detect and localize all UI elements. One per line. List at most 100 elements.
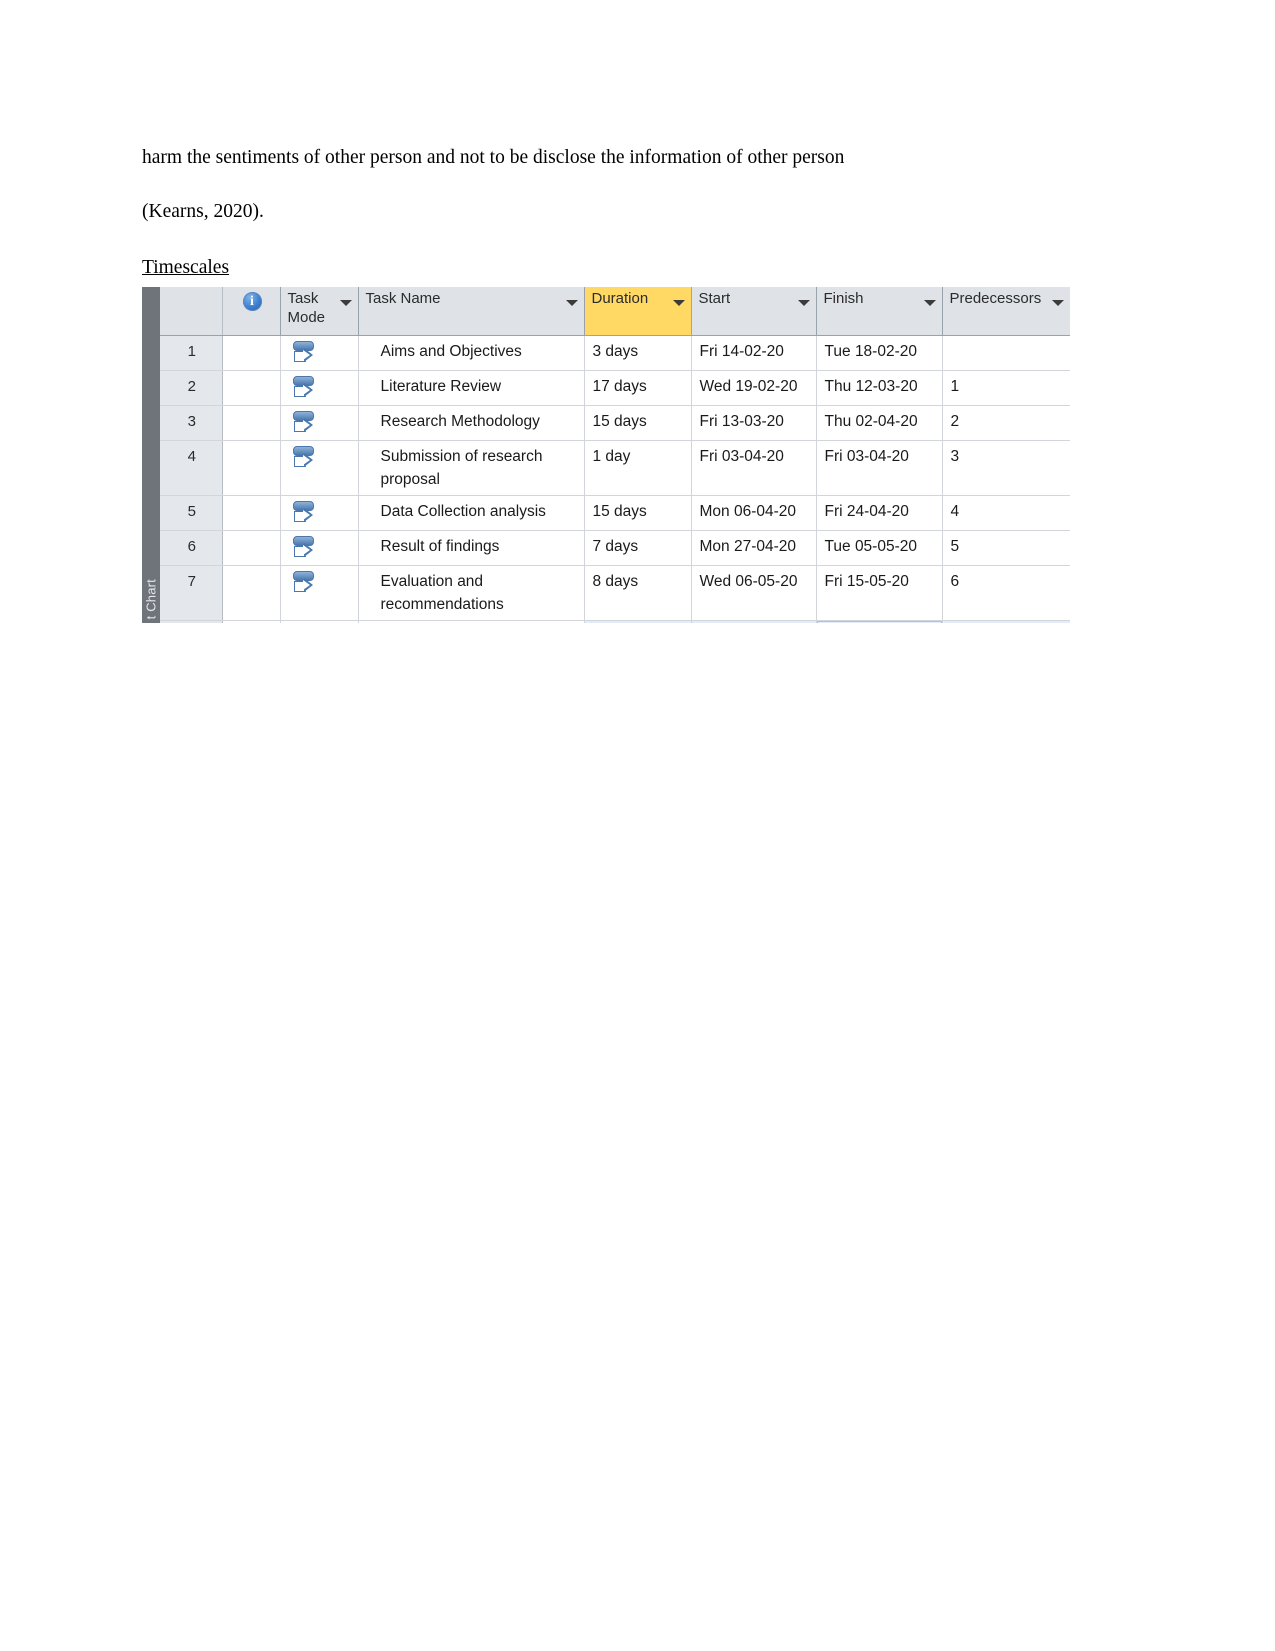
table-row[interactable]: 3 Research Methodology 15 days Fri 13-03-20… [160,405,1070,441]
task-name-cell[interactable]: Result of findings [358,530,585,566]
row-number-cell[interactable]: 1 [160,335,223,371]
column-header-duration[interactable]: Duration [584,287,692,336]
predecessors-cell[interactable]: 6 [942,565,1070,621]
duration-cell[interactable]: 7 days [584,530,692,566]
chevron-down-icon[interactable] [339,300,352,306]
gantt-chart-task-grid: t Chart i Task Mode Task Name Duration S… [142,287,1070,623]
finish-date-cell[interactable]: Fri 24-04-20 [816,495,943,531]
column-header-task-mode-label: Task Mode [287,290,326,326]
table-row[interactable]: 7 Evaluation and recommendations 8 days Wed… [160,565,1070,621]
task-mode-cell[interactable] [280,370,359,406]
table-row[interactable]: 1 Aims and Objectives 3 days Fri 14-02-20 Tu… [160,335,1070,371]
task-mode-cell[interactable] [280,440,359,496]
start-date-cell[interactable]: Fri 14-02-20 [691,335,817,371]
duration-cell[interactable]: 1 day [584,440,692,496]
auto-schedule-icon [291,535,317,559]
start-date-cell[interactable]: Fri 03-04-20 [691,440,817,496]
task-name-cell[interactable]: Data Collection analysis [358,495,585,531]
chevron-down-icon[interactable] [672,300,685,306]
column-header-task-name-label: Task Name [365,290,441,307]
row-number-cell[interactable]: 7 [160,565,223,621]
indicator-cell[interactable] [222,335,281,371]
finish-date-cell[interactable]: Fri 15-05-20 [816,565,943,621]
duration-cell[interactable]: 3 days [584,335,692,371]
indicator-cell[interactable] [222,620,281,623]
chevron-down-icon[interactable] [565,300,578,306]
finish-date-cell[interactable]: Thu 02-04-20 [816,405,943,441]
table-row[interactable]: 5 Data Collection analysis 15 days Mon 06-0… [160,495,1070,531]
predecessors-cell[interactable]: 4 [942,495,1070,531]
column-header-predecessors[interactable]: Predecessors [942,287,1070,336]
view-bar[interactable]: t Chart [142,287,160,623]
start-date-cell[interactable]: Mon 06-04-20 [691,495,817,531]
predecessors-cell[interactable]: 3 [942,440,1070,496]
indicator-cell[interactable] [222,565,281,621]
row-number-cell[interactable]: 5 [160,495,223,531]
column-header-finish-label: Finish [823,290,864,307]
task-name-cell[interactable]: Evaluation and recommendations [358,565,585,621]
column-header-id[interactable] [160,287,223,336]
column-header-indicators[interactable]: i [222,287,281,336]
row-number-cell[interactable]: 4 [160,440,223,496]
finish-date-cell[interactable]: Thu 12-03-20 [816,370,943,406]
finish-date-cell[interactable]: Mon 18-05-20 [816,620,943,623]
finish-date-cell[interactable]: Fri 03-04-20 [816,440,943,496]
duration-cell[interactable]: 15 days [584,405,692,441]
duration-cell[interactable]: 1 day [584,620,692,623]
row-number-cell[interactable]: 8 [160,620,223,623]
task-name-cell[interactable]: Submission of research proposal [358,440,585,496]
table-row[interactable]: 6 Result of findings 7 days Mon 27-04-20 Tue… [160,530,1070,566]
duration-cell[interactable]: 8 days [584,565,692,621]
predecessors-cell[interactable] [942,335,1070,371]
duration-cell[interactable]: 15 days [584,495,692,531]
chevron-down-icon[interactable] [797,300,810,306]
indicator-cell[interactable] [222,440,281,496]
finish-date-cell[interactable]: Tue 18-02-20 [816,335,943,371]
table-row[interactable]: 8Submission of final report1 dayMon 18-0… [160,620,1070,623]
task-mode-cell[interactable] [280,620,359,623]
column-header-task-name[interactable]: Task Name [358,287,585,336]
row-number-cell[interactable]: 3 [160,405,223,441]
indicator-cell[interactable] [222,405,281,441]
column-header-task-mode[interactable]: Task Mode [280,287,359,336]
table-body: 1 Aims and Objectives 3 days Fri 14-02-20 Tu… [160,335,1070,623]
indicator-cell[interactable] [222,495,281,531]
column-header-duration-label: Duration [591,290,649,307]
start-date-cell[interactable]: Wed 06-05-20 [691,565,817,621]
predecessors-cell[interactable]: 2 [942,405,1070,441]
column-header-start-label: Start [698,290,731,307]
task-mode-cell[interactable] [280,565,359,621]
column-header-finish[interactable]: Finish [816,287,943,336]
chevron-down-icon[interactable] [923,300,936,306]
auto-schedule-icon [291,500,317,524]
finish-date-cell[interactable]: Tue 05-05-20 [816,530,943,566]
row-number-cell[interactable]: 6 [160,530,223,566]
indicator-cell[interactable] [222,530,281,566]
start-date-cell[interactable]: Wed 19-02-20 [691,370,817,406]
predecessors-cell[interactable]: 7 [942,620,1070,623]
task-mode-cell[interactable] [280,530,359,566]
task-name-cell[interactable]: Research Methodology [358,405,585,441]
column-header-start[interactable]: Start [691,287,817,336]
paragraph-1-text: harm the sentiments of other person and … [142,147,845,168]
task-name-cell[interactable]: Literature Review [358,370,585,406]
predecessors-cell[interactable]: 1 [942,370,1070,406]
grid-scroll-area[interactable]: i Task Mode Task Name Duration Start Fin… [160,287,1070,623]
task-name-cell[interactable]: Submission of final report [358,620,585,623]
table-row[interactable]: 4 Submission of research proposal 1 day Fri… [160,440,1070,496]
row-number-cell[interactable]: 2 [160,370,223,406]
predecessors-cell[interactable]: 5 [942,530,1070,566]
task-mode-cell[interactable] [280,335,359,371]
start-date-cell[interactable]: Mon 18-05-20 [691,620,817,623]
citation-text: (Kearns, 2020). [142,201,264,222]
task-name-cell[interactable]: Aims and Objectives [358,335,585,371]
task-mode-cell[interactable] [280,495,359,531]
duration-cell[interactable]: 17 days [584,370,692,406]
start-date-cell[interactable]: Mon 27-04-20 [691,530,817,566]
chevron-down-icon[interactable] [1051,300,1064,306]
indicator-cell[interactable] [222,370,281,406]
task-mode-cell[interactable] [280,405,359,441]
start-date-cell[interactable]: Fri 13-03-20 [691,405,817,441]
table-row[interactable]: 2 Literature Review 17 days Wed 19-02-20 Thu… [160,370,1070,406]
auto-schedule-icon [291,570,317,594]
